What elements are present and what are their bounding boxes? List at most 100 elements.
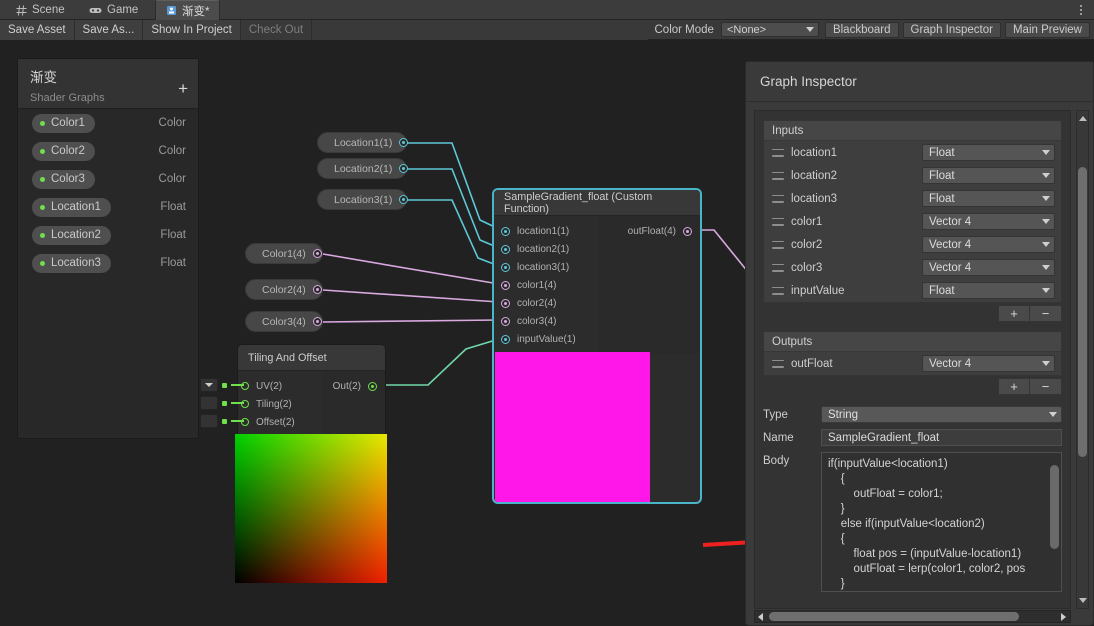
node-property-color2[interactable]: Color2(4): [245, 279, 323, 300]
more-options-icon[interactable]: [1074, 2, 1088, 18]
color-mode-dropdown[interactable]: <None>: [720, 22, 819, 37]
blackboard-item-location3[interactable]: Location3 Float: [18, 249, 198, 277]
input-slot-inputvalue[interactable]: inputValue(1): [494, 330, 599, 348]
graph-inspector-toggle[interactable]: Graph Inspector: [902, 21, 1001, 38]
input-row-color2[interactable]: color2 Vector 4: [764, 233, 1061, 256]
output-type-dropdown[interactable]: Vector 4: [922, 355, 1055, 372]
remove-output-button[interactable]: −: [1030, 378, 1062, 395]
input-slot-color1[interactable]: color1(4): [494, 276, 599, 294]
input-type-dropdown[interactable]: Float: [922, 167, 1055, 184]
blackboard-item-location1[interactable]: Location1 Float: [18, 193, 198, 221]
input-port[interactable]: [501, 316, 510, 326]
input-type-dropdown[interactable]: Float: [922, 282, 1055, 299]
add-output-button[interactable]: +: [998, 378, 1030, 395]
input-row-color1[interactable]: color1 Vector 4: [764, 210, 1061, 233]
input-type-dropdown[interactable]: Float: [922, 190, 1055, 207]
blackboard-panel[interactable]: 渐变 Shader Graphs + Color1 Color Color2 C…: [17, 58, 199, 439]
inspector-scroll-thumb[interactable]: [1078, 167, 1087, 457]
input-port[interactable]: [501, 334, 510, 344]
body-code-input[interactable]: if(inputValue<location1) { outFloat = co…: [821, 452, 1062, 592]
drag-handle-icon[interactable]: [772, 217, 784, 226]
remove-input-button[interactable]: −: [1030, 305, 1062, 322]
input-slot-color3[interactable]: color3(4): [494, 312, 599, 330]
input-slot-location2[interactable]: location2(1): [494, 240, 599, 258]
output-slot-out[interactable]: Out(2): [333, 377, 385, 395]
input-port[interactable]: [501, 298, 510, 308]
uv-input-widget[interactable]: [200, 376, 244, 394]
tiling-input-widget[interactable]: [200, 394, 244, 412]
drag-handle-icon[interactable]: [772, 148, 784, 157]
output-port[interactable]: [312, 285, 322, 294]
blackboard-item-location2[interactable]: Location2 Float: [18, 221, 198, 249]
show-in-project-button[interactable]: Show In Project: [143, 19, 241, 40]
node-property-color3[interactable]: Color3(4): [245, 311, 323, 332]
scroll-right-arrow-icon[interactable]: [1061, 612, 1066, 621]
blackboard-item-color1[interactable]: Color1 Color: [18, 109, 198, 137]
code-scrollbar[interactable]: [1050, 455, 1059, 589]
blackboard-item-color3[interactable]: Color3 Color: [18, 165, 198, 193]
uv-dropdown[interactable]: [200, 378, 218, 392]
output-port[interactable]: [312, 249, 322, 258]
drag-handle-icon[interactable]: [772, 240, 784, 249]
save-as-button[interactable]: Save As...: [74, 19, 144, 40]
property-pill[interactable]: Color3: [32, 169, 95, 189]
scroll-left-arrow-icon[interactable]: [758, 612, 763, 621]
input-row-location3[interactable]: location3 Float: [764, 187, 1061, 210]
input-port[interactable]: [501, 244, 510, 254]
property-pill[interactable]: Location2: [32, 225, 111, 245]
input-slot-offset[interactable]: Offset(2): [238, 413, 322, 431]
name-input[interactable]: SampleGradient_float: [821, 429, 1062, 446]
code-scroll-thumb[interactable]: [1050, 465, 1059, 549]
output-port[interactable]: [368, 381, 377, 391]
property-pill[interactable]: Location3: [32, 253, 111, 273]
node-tiling-and-offset[interactable]: Tiling And Offset UV(2) Tiling(2) Offset…: [237, 344, 386, 445]
input-row-location2[interactable]: location2 Float: [764, 164, 1061, 187]
input-type-dropdown[interactable]: Vector 4: [922, 236, 1055, 253]
drag-handle-icon[interactable]: [772, 263, 784, 272]
drag-handle-icon[interactable]: [772, 171, 784, 180]
input-row-location1[interactable]: location1 Float: [764, 141, 1061, 164]
blackboard-item-color2[interactable]: Color2 Color: [18, 137, 198, 165]
tab-game[interactable]: Game: [79, 0, 148, 20]
drag-handle-icon[interactable]: [772, 286, 784, 295]
input-row-color3[interactable]: color3 Vector 4: [764, 256, 1061, 279]
property-pill[interactable]: Color2: [32, 141, 95, 161]
blackboard-toggle[interactable]: Blackboard: [824, 21, 899, 38]
add-input-button[interactable]: +: [998, 305, 1030, 322]
input-port[interactable]: [501, 280, 510, 290]
input-slot-uv[interactable]: UV(2): [238, 377, 322, 395]
input-type-dropdown[interactable]: Vector 4: [922, 259, 1055, 276]
property-pill[interactable]: Color1: [32, 113, 95, 133]
input-slot-location1[interactable]: location1(1): [494, 222, 599, 240]
tiling-field[interactable]: [200, 396, 218, 410]
offset-field[interactable]: [200, 414, 218, 428]
property-pill[interactable]: Location1: [32, 197, 111, 217]
output-port[interactable]: [312, 317, 322, 326]
save-asset-button[interactable]: Save Asset: [0, 19, 75, 40]
add-property-button[interactable]: +: [178, 80, 188, 97]
inspector-vertical-scrollbar[interactable]: [1076, 110, 1089, 609]
output-port[interactable]: [683, 226, 692, 236]
node-property-location1[interactable]: Location1(1): [317, 132, 409, 153]
input-row-inputvalue[interactable]: inputValue Float: [764, 279, 1061, 302]
drag-handle-icon[interactable]: [772, 359, 784, 368]
offset-input-widget[interactable]: [200, 412, 244, 430]
tab-shader-graph[interactable]: 渐变*: [155, 0, 221, 20]
graph-inspector-panel[interactable]: Graph Inspector Inputs location1 Float l…: [745, 61, 1094, 626]
input-type-dropdown[interactable]: Vector 4: [922, 213, 1055, 230]
main-preview-toggle[interactable]: Main Preview: [1004, 21, 1090, 38]
input-slot-tiling[interactable]: Tiling(2): [238, 395, 322, 413]
node-property-location2[interactable]: Location2(1): [317, 158, 409, 179]
input-port[interactable]: [501, 262, 510, 272]
tab-scene[interactable]: Scene: [6, 0, 75, 20]
node-property-color1[interactable]: Color1(4): [245, 243, 323, 264]
inspector-hscroll-thumb[interactable]: [769, 612, 1019, 621]
output-slot-outfloat[interactable]: outFloat(4): [628, 222, 700, 240]
input-type-dropdown[interactable]: Float: [922, 144, 1055, 161]
output-row-outfloat[interactable]: outFloat Vector 4: [764, 352, 1061, 375]
input-port[interactable]: [501, 226, 510, 236]
input-slot-color2[interactable]: color2(4): [494, 294, 599, 312]
node-custom-function[interactable]: SampleGradient_float (Custom Function) l…: [493, 189, 701, 503]
scroll-down-arrow-icon[interactable]: [1077, 594, 1088, 607]
scroll-up-arrow-icon[interactable]: [1077, 112, 1088, 125]
